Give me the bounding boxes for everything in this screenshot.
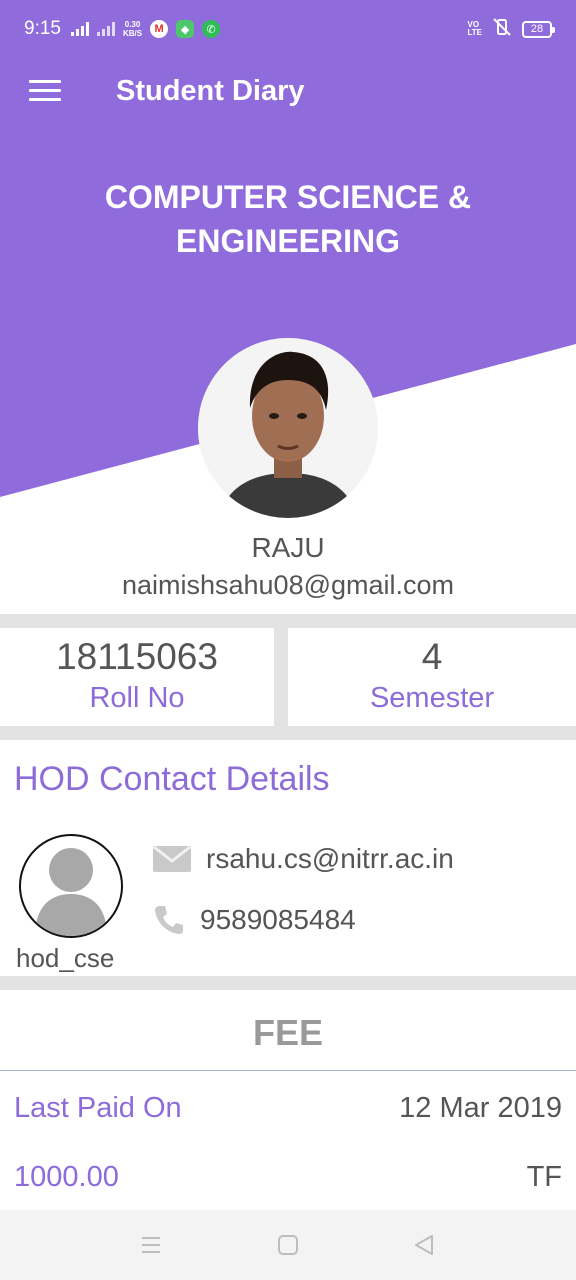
hod-email-row[interactable]: rsahu.cs@nitrr.ac.in xyxy=(152,843,454,875)
messages-icon: ◆ xyxy=(176,20,195,38)
volte-indicator: VO LTE xyxy=(467,21,482,37)
app-toolbar: Student Diary xyxy=(0,62,576,122)
signal-4g-icon xyxy=(96,22,115,36)
roll-no-label: Roll No xyxy=(89,682,185,714)
hod-section-title: HOD Contact Details xyxy=(14,760,330,798)
roll-no-card: 18115063 Roll No xyxy=(0,628,274,726)
student-name: RAJU xyxy=(251,532,325,563)
last-paid-label: Last Paid On xyxy=(14,1092,182,1124)
hod-email: rsahu.cs@nitrr.ac.in xyxy=(206,843,454,874)
recents-icon[interactable] xyxy=(140,1234,162,1256)
network-speed-value: 0.30 xyxy=(124,20,141,29)
hod-username: hod_cse xyxy=(16,943,115,973)
signal-icon xyxy=(70,22,89,36)
app-title: Student Diary xyxy=(116,75,305,107)
hod-phone: 9589085484 xyxy=(200,904,356,935)
semester-value: 4 xyxy=(421,636,443,677)
fee-divider xyxy=(0,1070,576,1071)
person-icon xyxy=(35,848,107,936)
home-icon[interactable] xyxy=(277,1234,299,1256)
vibrate-off-icon xyxy=(492,17,512,42)
fee-type: TF xyxy=(526,1161,562,1193)
profile-info: RAJU naimishsahu08@gmail.com xyxy=(0,520,576,614)
battery-icon: 28 xyxy=(522,20,555,38)
hod-avatar[interactable] xyxy=(19,834,123,938)
status-bar: 9:15 0.30 KB/S M ◆ ✆ VO LTE 28 xyxy=(0,0,576,58)
status-time: 9:15 xyxy=(24,18,61,39)
fee-title: FEE xyxy=(252,1012,323,1053)
email-icon xyxy=(153,845,191,872)
network-speed: 0.30 KB/S xyxy=(123,20,142,38)
student-email: naimishsahu08@gmail.com xyxy=(121,570,455,600)
menu-icon[interactable] xyxy=(29,80,61,102)
semester-card: 4 Semester xyxy=(288,628,576,726)
volte-line2: LTE xyxy=(467,28,482,37)
department-title: COMPUTER SCIENCE & ENGINEERING xyxy=(104,179,472,259)
last-paid-date: 12 Mar 2019 xyxy=(399,1092,562,1124)
fee-amount: 1000.00 xyxy=(14,1161,119,1193)
student-avatar[interactable] xyxy=(198,338,378,518)
roll-no-value: 18115063 xyxy=(56,636,218,677)
semester-label: Semester xyxy=(369,682,495,714)
whatsapp-icon: ✆ xyxy=(202,20,221,38)
back-icon[interactable] xyxy=(413,1234,435,1256)
phone-icon xyxy=(155,906,183,934)
gmail-icon: M xyxy=(150,20,169,38)
system-nav-bar xyxy=(0,1210,576,1280)
network-speed-unit: KB/S xyxy=(122,29,143,38)
hod-phone-row[interactable]: 9589085484 xyxy=(152,903,356,937)
